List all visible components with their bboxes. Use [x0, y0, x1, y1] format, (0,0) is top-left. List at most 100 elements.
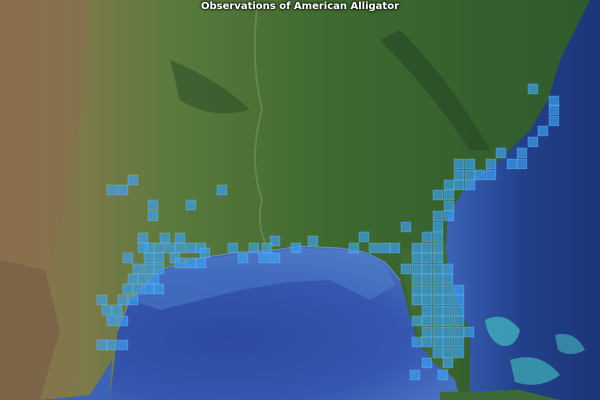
observation-cell[interactable] — [174, 242, 186, 254]
observation-cell[interactable] — [453, 305, 465, 317]
observation-cell[interactable] — [464, 158, 476, 170]
observation-cell[interactable] — [348, 242, 360, 254]
observation-cell[interactable] — [474, 169, 486, 181]
observation-cell[interactable] — [442, 336, 454, 348]
observation-cell[interactable] — [485, 158, 497, 170]
observation-cell[interactable] — [174, 232, 186, 244]
observation-cell[interactable] — [443, 189, 455, 201]
observation-cell[interactable] — [421, 231, 433, 243]
observation-cell[interactable] — [421, 315, 433, 327]
observation-cell[interactable] — [237, 252, 249, 264]
observation-cell[interactable] — [464, 179, 476, 191]
observation-cell[interactable] — [153, 242, 165, 254]
observation-cell[interactable] — [122, 283, 134, 295]
observation-cell[interactable] — [421, 263, 433, 275]
observation-cell[interactable] — [106, 339, 118, 351]
observation-cell[interactable] — [442, 294, 454, 306]
observation-cell[interactable] — [442, 315, 454, 327]
observation-cell[interactable] — [106, 184, 118, 196]
observation-cell[interactable] — [111, 304, 123, 316]
observation-cell[interactable] — [453, 294, 465, 306]
observation-cell[interactable] — [443, 210, 455, 222]
observation-cell[interactable] — [101, 304, 113, 316]
observation-cell[interactable] — [227, 242, 239, 254]
observation-cell[interactable] — [495, 147, 507, 159]
observation-cell[interactable] — [527, 83, 539, 95]
observation-cell[interactable] — [421, 242, 433, 254]
observation-cell[interactable] — [537, 125, 549, 137]
observation-cell[interactable] — [409, 369, 421, 381]
observation-cell[interactable] — [453, 326, 465, 338]
observation-cell[interactable] — [127, 174, 139, 186]
observation-cell[interactable] — [137, 273, 149, 285]
observation-cell[interactable] — [432, 347, 444, 359]
observation-cell[interactable] — [153, 252, 165, 264]
observation-cell[interactable] — [421, 294, 433, 306]
observation-cell[interactable] — [453, 347, 465, 359]
observation-cell[interactable] — [368, 242, 380, 254]
observation-cell[interactable] — [400, 263, 412, 275]
observation-cell[interactable] — [442, 347, 454, 359]
observation-cell[interactable] — [453, 179, 465, 191]
observation-cell[interactable] — [432, 263, 444, 275]
map-view[interactable]: Observations of American Alligator — [0, 0, 600, 400]
observation-cell[interactable] — [379, 242, 391, 254]
observation-cell[interactable] — [143, 252, 155, 264]
observation-cell[interactable] — [290, 242, 302, 254]
observation-cell[interactable] — [307, 235, 319, 247]
observation-cell[interactable] — [432, 315, 444, 327]
observation-cell[interactable] — [421, 305, 433, 317]
observation-cell[interactable] — [442, 273, 454, 285]
observation-cell[interactable] — [516, 158, 528, 170]
observation-cell[interactable] — [132, 263, 144, 275]
observation-cell[interactable] — [442, 326, 454, 338]
observation-cell[interactable] — [411, 273, 423, 285]
observation-cell[interactable] — [411, 284, 423, 296]
observation-cell[interactable] — [153, 263, 165, 275]
observation-cell[interactable] — [358, 231, 370, 243]
observation-cell[interactable] — [432, 326, 444, 338]
observation-cell[interactable] — [127, 294, 139, 306]
observation-cell[interactable] — [269, 252, 281, 264]
observation-cell[interactable] — [127, 273, 139, 285]
observation-cell[interactable] — [122, 252, 134, 264]
observation-cell[interactable] — [261, 242, 273, 254]
observation-cell[interactable] — [442, 263, 454, 275]
observation-cell[interactable] — [143, 283, 155, 295]
observation-cell[interactable] — [442, 284, 454, 296]
observation-cell[interactable] — [117, 339, 129, 351]
observation-cell[interactable] — [185, 199, 197, 211]
observation-cell[interactable] — [548, 95, 560, 107]
observation-cell[interactable] — [516, 147, 528, 159]
observation-cell[interactable] — [143, 263, 155, 275]
observation-cell[interactable] — [411, 336, 423, 348]
observation-cell[interactable] — [147, 210, 159, 222]
observation-cell[interactable] — [432, 294, 444, 306]
observation-cell[interactable] — [199, 247, 211, 259]
observation-cell[interactable] — [506, 158, 518, 170]
observation-cell[interactable] — [421, 326, 433, 338]
observation-cell[interactable] — [174, 257, 186, 269]
observation-cell[interactable] — [432, 242, 444, 254]
observation-cell[interactable] — [453, 158, 465, 170]
observation-cell[interactable] — [117, 315, 129, 327]
observation-cell[interactable] — [464, 169, 476, 181]
observation-cell[interactable] — [463, 326, 475, 338]
observation-cell[interactable] — [421, 284, 433, 296]
observation-cell[interactable] — [164, 242, 176, 254]
observation-cell[interactable] — [453, 336, 465, 348]
observation-cell[interactable] — [216, 184, 228, 196]
observation-cell[interactable] — [453, 315, 465, 327]
observation-cell[interactable] — [443, 179, 455, 191]
observation-cell[interactable] — [548, 115, 560, 127]
observation-cell[interactable] — [443, 200, 455, 212]
observation-cell[interactable] — [411, 315, 423, 327]
observation-cell[interactable] — [96, 294, 108, 306]
observation-cell[interactable] — [485, 169, 497, 181]
observation-cell[interactable] — [148, 273, 160, 285]
observation-cell[interactable] — [96, 339, 108, 351]
observation-cell[interactable] — [411, 252, 423, 264]
observation-cell[interactable] — [442, 357, 454, 369]
observation-cell[interactable] — [421, 357, 433, 369]
observation-cell[interactable] — [432, 231, 444, 243]
